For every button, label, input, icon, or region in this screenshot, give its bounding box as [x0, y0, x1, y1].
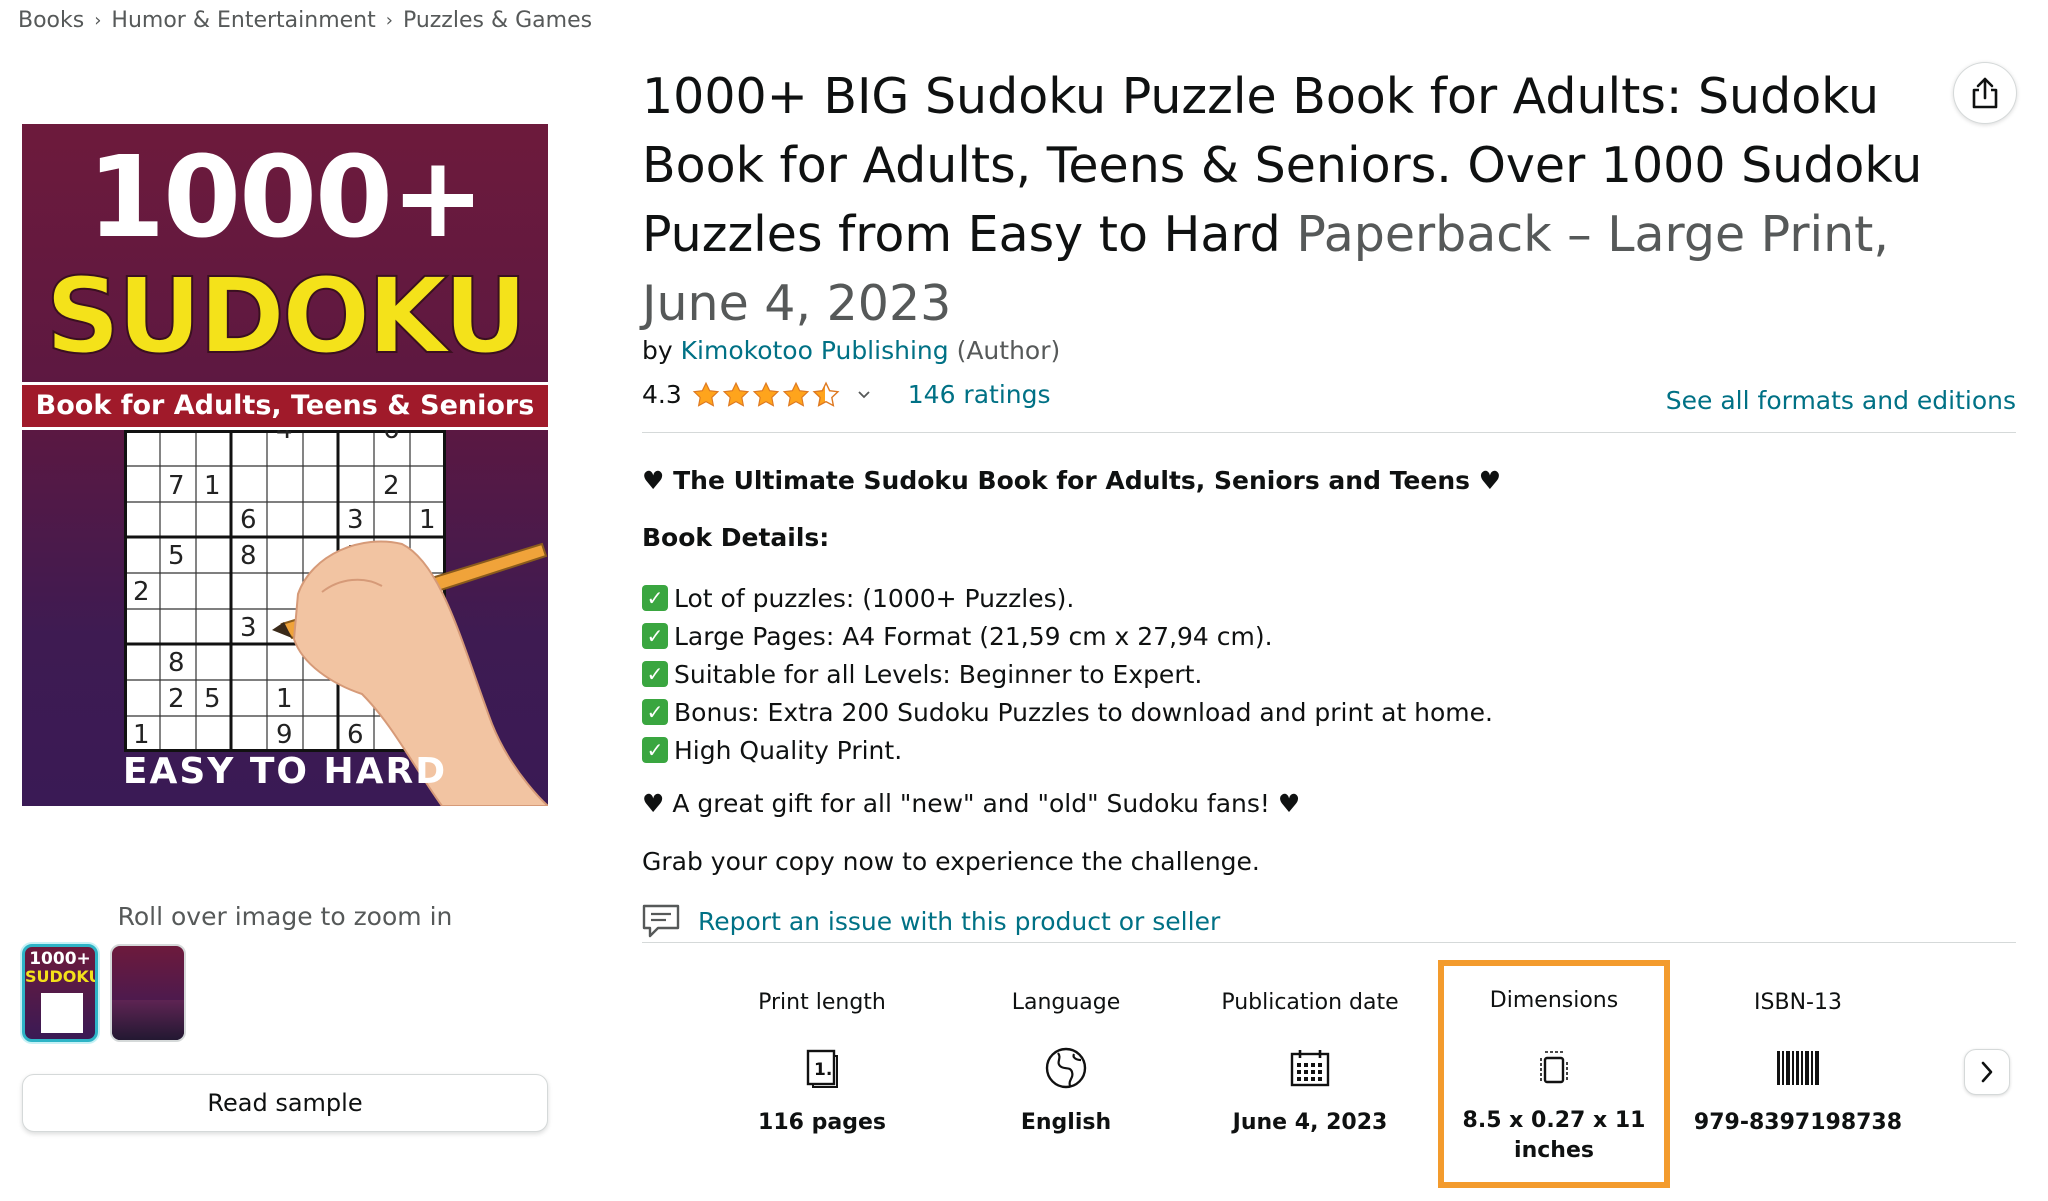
star-icon: [752, 381, 779, 407]
rating-value: 4.3: [642, 380, 682, 409]
product-details-carousel: Print length 1. 116 pages Language Engli…: [700, 960, 1920, 1190]
check-icon: ✓: [642, 623, 668, 649]
feature-list: ✓ Lot of puzzles: (1000+ Puzzles). ✓ Large…: [642, 579, 2012, 769]
report-issue-link[interactable]: Report an issue with this product or sel…: [642, 904, 1220, 938]
check-icon: ✓: [642, 699, 668, 725]
list-item: ✓ Suitable for all Levels: Beginner to Ex…: [642, 655, 2012, 693]
detail-label: Publication date: [1221, 990, 1399, 1015]
carousel-next-button[interactable]: [1964, 1049, 2010, 1095]
thumbnail-title-text: SUDOKU: [25, 967, 98, 986]
detail-card-print-length[interactable]: Print length 1. 116 pages: [700, 962, 944, 1186]
detail-value: 116 pages: [758, 1110, 886, 1135]
half-star-icon: [812, 380, 840, 407]
rating-row: 4.3 146 ratings: [642, 380, 1051, 409]
globe-icon: [1045, 1047, 1087, 1089]
breadcrumb-item-humor[interactable]: Humor & Entertainment: [111, 8, 375, 33]
see-all-formats-link[interactable]: See all formats and editions: [1666, 386, 2016, 415]
check-icon: ✓: [642, 661, 668, 687]
svg-text:1.: 1.: [814, 1060, 832, 1080]
star-icon: [782, 381, 809, 407]
detail-card-publication-date[interactable]: Publication date June 4, 2023: [1188, 962, 1432, 1186]
breadcrumb-item-books[interactable]: Books: [18, 8, 84, 33]
calendar-icon: [1290, 1050, 1330, 1087]
feedback-icon: [642, 904, 680, 938]
divider: [642, 942, 2016, 943]
by-label: by: [642, 336, 673, 365]
breadcrumb: Books › Humor & Entertainment › Puzzles …: [18, 8, 592, 33]
feature-text: Bonus: Extra 200 Sudoku Puzzles to downl…: [674, 697, 1493, 727]
book-details-title: Book Details:: [642, 523, 830, 552]
thumbnail-strip: 1000+ SUDOKU: [22, 944, 186, 1042]
star-rating[interactable]: [692, 380, 840, 409]
share-icon: [1972, 77, 1998, 109]
feature-text: Large Pages: A4 Format (21,59 cm x 27,94…: [674, 621, 1273, 651]
barcode-icon: [1777, 1051, 1819, 1085]
detail-card-language[interactable]: Language English: [944, 962, 1188, 1186]
check-icon: ✓: [642, 737, 668, 763]
detail-value: English: [1020, 1110, 1112, 1135]
share-button[interactable]: [1953, 62, 2017, 124]
product-title: 1000+ BIG Sudoku Puzzle Book for Adults:…: [642, 62, 1942, 338]
chevron-right-icon: [1981, 1061, 1993, 1083]
divider: [642, 432, 2016, 433]
check-icon: ✓: [642, 585, 668, 611]
breadcrumb-separator: ›: [385, 10, 393, 31]
description-headline: ♥ The Ultimate Sudoku Book for Adults, S…: [642, 466, 1502, 495]
list-item: ✓ High Quality Print.: [642, 731, 2012, 769]
thumbnail-number-text: 1000+: [29, 949, 91, 969]
feature-text: High Quality Print.: [674, 735, 903, 765]
thumbnail-cover[interactable]: 1000+ SUDOKU: [22, 944, 98, 1042]
detail-label: Dimensions: [1489, 988, 1619, 1013]
call-to-action-text: Grab your copy now to experience the cha…: [642, 847, 1260, 876]
byline: by Kimokotoo Publishing (Author): [642, 336, 1060, 365]
page-count-icon: 1.: [806, 1049, 838, 1088]
product-description: ♥ The Ultimate Sudoku Book for Adults, S…: [642, 466, 2012, 885]
chevron-down-icon[interactable]: [856, 389, 872, 401]
star-icon: [722, 381, 749, 407]
detail-value: 8.5 x 0.27 x 11 inches: [1462, 1108, 1646, 1163]
thumbnail-back-cover[interactable]: [110, 944, 186, 1042]
hand-with-pencil-illustration: [272, 540, 548, 806]
detail-card-isbn[interactable]: ISBN-13 979-8397198738: [1676, 962, 1920, 1186]
breadcrumb-separator: ›: [94, 10, 102, 31]
detail-label: Language: [1011, 990, 1121, 1015]
thumbnail-city-image: [112, 1000, 184, 1040]
star-icon: [692, 381, 719, 407]
cover-difficulty-text: EASY TO HARD: [122, 751, 448, 792]
feature-text: Suitable for all Levels: Beginner to Exp…: [674, 659, 1203, 689]
product-cover-image[interactable]: 1000+ SUDOKU Book for Adults, Teens & Se…: [22, 124, 548, 806]
detail-label: ISBN-13: [1754, 990, 1842, 1015]
detail-label: Print length: [758, 990, 886, 1015]
author-link[interactable]: Kimokotoo Publishing: [681, 336, 949, 365]
breadcrumb-item-puzzles[interactable]: Puzzles & Games: [403, 8, 592, 33]
ratings-count-link[interactable]: 146 ratings: [908, 380, 1051, 409]
dimensions-icon: [1540, 1051, 1568, 1084]
detail-card-dimensions[interactable]: Dimensions 8.5 x 0.27 x 11 inches: [1438, 960, 1670, 1188]
detail-value: June 4, 2023: [1232, 1110, 1388, 1135]
list-item: ✓ Lot of puzzles: (1000+ Puzzles).: [642, 579, 2012, 617]
list-item: ✓ Bonus: Extra 200 Sudoku Puzzles to down…: [642, 693, 2012, 731]
report-issue-label: Report an issue with this product or sel…: [698, 906, 1221, 936]
thumbnail-grid: [41, 993, 83, 1033]
list-item: ✓ Large Pages: A4 Format (21,59 cm x 27,9…: [642, 617, 2012, 655]
read-sample-button[interactable]: Read sample: [22, 1074, 548, 1132]
gift-text: ♥ A great gift for all "new" and "old" S…: [642, 789, 1301, 818]
feature-text: Lot of puzzles: (1000+ Puzzles).: [674, 583, 1075, 613]
author-role: (Author): [956, 336, 1061, 365]
detail-value: 979-8397198738: [1693, 1110, 1903, 1135]
zoom-hint: Roll over image to zoom in: [117, 902, 453, 931]
